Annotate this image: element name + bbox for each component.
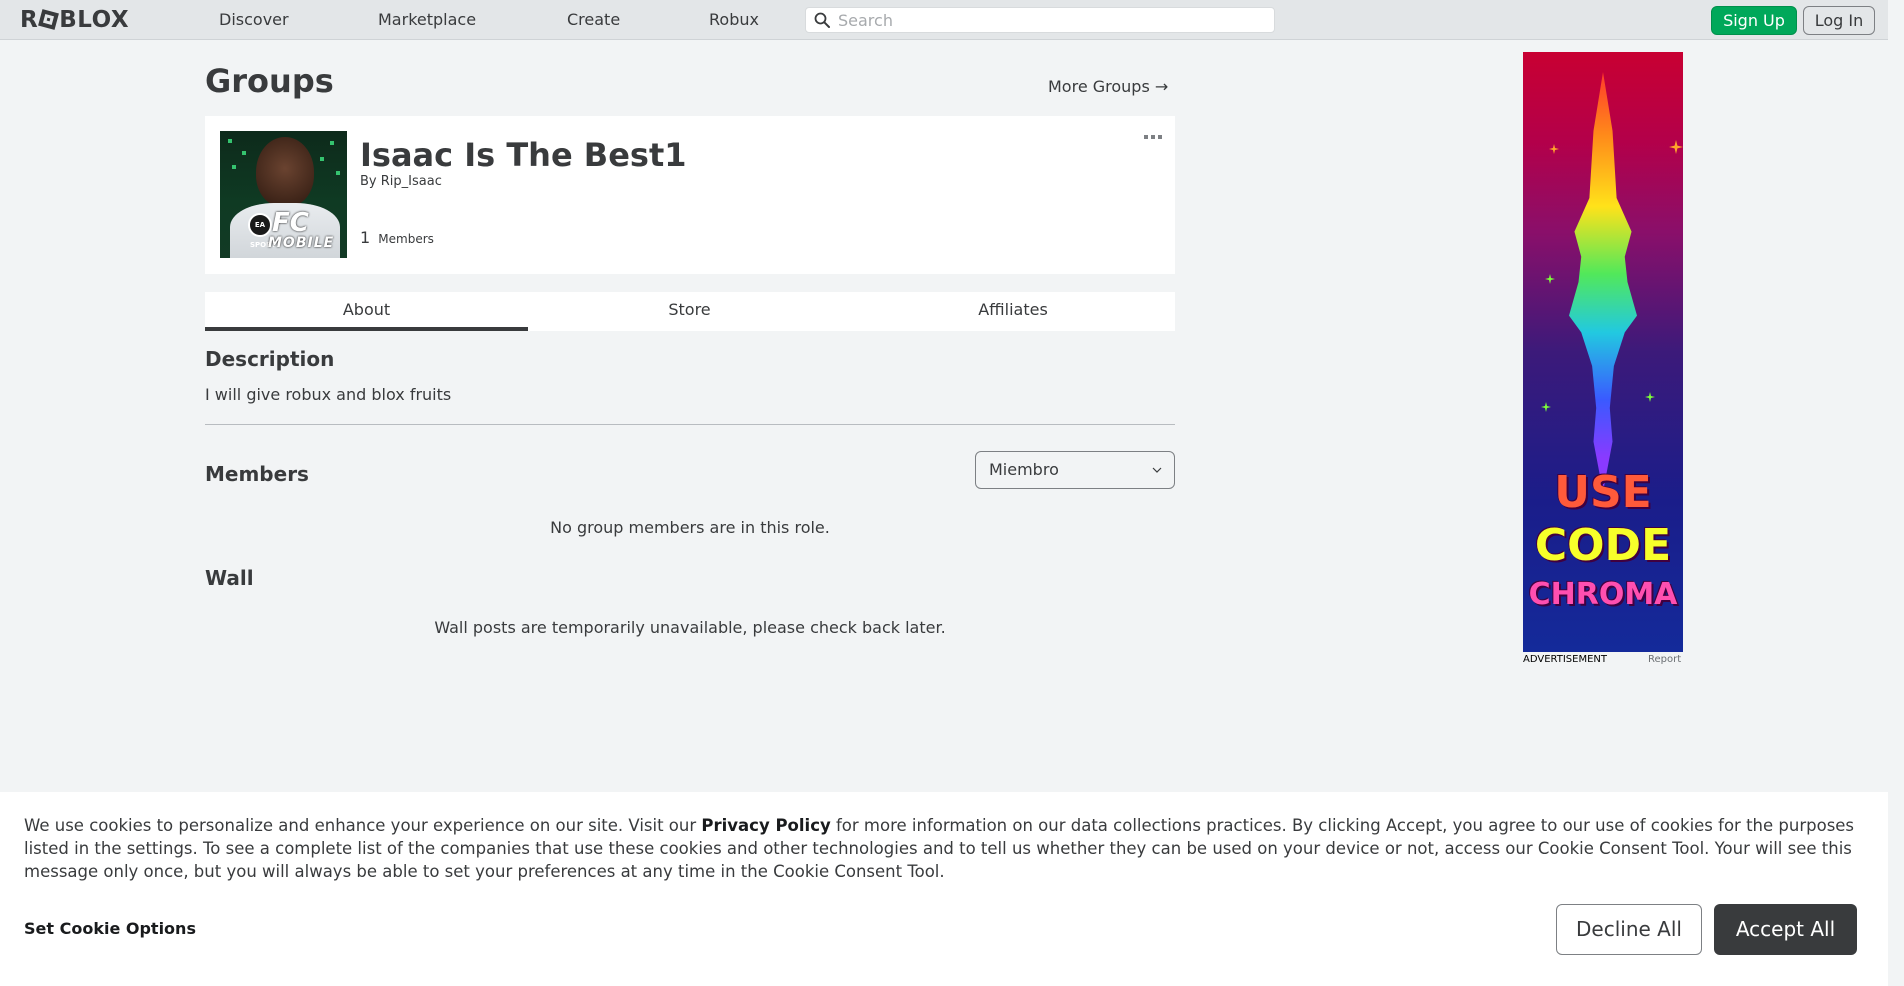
- report-ad-link[interactable]: Report: [1648, 654, 1681, 665]
- ad-text-line1: USE: [1554, 467, 1652, 518]
- cookie-message: We use cookies to personalize and enhanc…: [24, 816, 1855, 881]
- advertisement-label: ADVERTISEMENT: [1523, 654, 1608, 665]
- members-empty-message: No group members are in this role.: [550, 518, 830, 537]
- accept-all-button[interactable]: Accept All: [1714, 904, 1857, 955]
- nav-discover[interactable]: Discover: [219, 0, 289, 40]
- description-heading: Description: [205, 347, 335, 371]
- arrow-right-icon: →: [1154, 77, 1169, 96]
- page-scrollbar[interactable]: [1888, 0, 1904, 986]
- group-owner: By Rip_Isaac: [360, 174, 442, 189]
- more-groups-link[interactable]: More Groups →: [1048, 77, 1168, 96]
- advertisement-banner[interactable]: USE CODE CHROMA: [1523, 52, 1683, 652]
- section-divider: [205, 424, 1175, 425]
- emblem-logo-text: FC MOBILE: [268, 208, 335, 251]
- roblox-logo[interactable]: R BLOX: [20, 6, 129, 34]
- page-title: Groups: [205, 62, 334, 100]
- nav-marketplace[interactable]: Marketplace: [378, 0, 476, 40]
- wall-heading: Wall: [205, 566, 254, 590]
- group-emblem-image: EA SPORTS FC MOBILE: [220, 131, 347, 258]
- group-name: Isaac Is The Best1: [360, 136, 687, 174]
- ea-sports-badge: EA SPORTS: [248, 213, 281, 249]
- owner-link[interactable]: Rip_Isaac: [381, 174, 442, 189]
- role-dropdown[interactable]: Miembro: [975, 451, 1175, 489]
- privacy-policy-link[interactable]: Privacy Policy: [701, 816, 830, 835]
- description-text: I will give robux and blox fruits: [205, 385, 452, 404]
- wall-empty-message: Wall posts are temporarily unavailable, …: [434, 618, 946, 637]
- set-cookie-options-link[interactable]: Set Cookie Options: [24, 919, 196, 938]
- by-label: By: [360, 174, 377, 189]
- nav-robux[interactable]: Robux: [709, 0, 759, 40]
- sign-up-button[interactable]: Sign Up: [1711, 6, 1797, 35]
- tab-store[interactable]: Store: [528, 292, 851, 331]
- member-count: 1 Members: [360, 228, 434, 247]
- tab-affiliates[interactable]: Affiliates: [851, 292, 1175, 331]
- role-selected-value: Miembro: [989, 460, 1059, 479]
- search-icon: [814, 12, 830, 28]
- member-count-value: 1: [360, 228, 371, 247]
- cookie-banner: We use cookies to personalize and enhanc…: [0, 792, 1888, 986]
- group-header-card: EA SPORTS FC MOBILE Isaac Is The Best1 B…: [205, 116, 1175, 274]
- member-count-label: Members: [378, 232, 434, 246]
- more-groups-label: More Groups: [1048, 77, 1150, 96]
- chevron-down-icon: [1152, 467, 1162, 473]
- ad-sword-graphic: [1569, 72, 1637, 492]
- log-in-button[interactable]: Log In: [1803, 6, 1875, 35]
- ad-text-line2: CODE: [1534, 520, 1672, 571]
- decline-all-button[interactable]: Decline All: [1556, 904, 1702, 955]
- top-nav: R BLOX Discover Marketplace Create Robux …: [0, 0, 1904, 40]
- ad-text-line3: CHROMA: [1528, 577, 1678, 612]
- search-input[interactable]: [838, 8, 1268, 32]
- group-tabs: About Store Affiliates: [205, 292, 1175, 331]
- tab-about[interactable]: About: [205, 292, 528, 331]
- more-options-icon[interactable]: [1143, 132, 1163, 142]
- members-heading: Members: [205, 462, 309, 486]
- nav-create[interactable]: Create: [567, 0, 620, 40]
- search-box[interactable]: [805, 7, 1275, 33]
- player-face: [256, 137, 314, 207]
